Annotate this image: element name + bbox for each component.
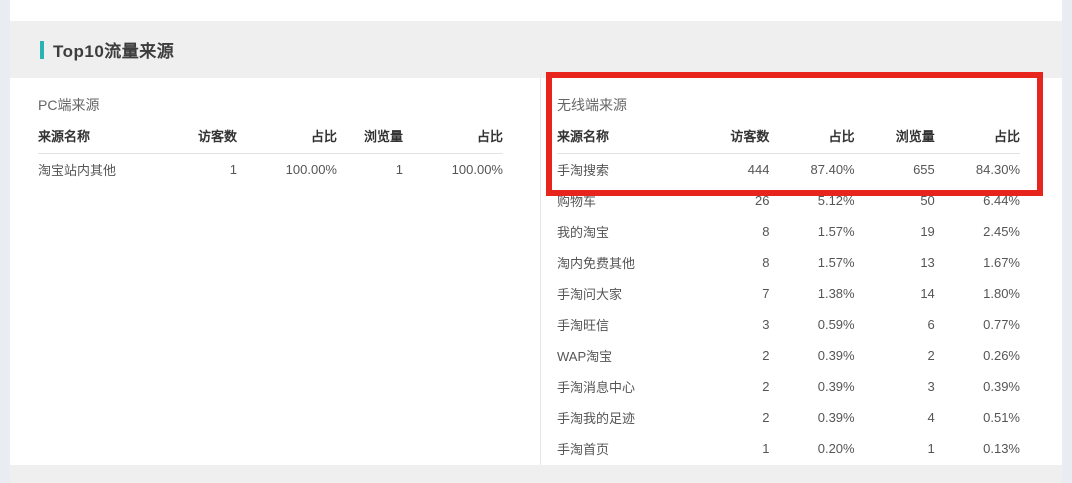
table-row: 手淘消息中心20.39%30.39% xyxy=(557,371,1020,402)
metric-value-cell: 100.00% xyxy=(403,154,503,186)
pc-sources-section: PC端来源 来源名称访客数占比浏览量占比 淘宝站内其他1100.00%1100.… xyxy=(10,78,541,465)
metric-value-cell: 84.30% xyxy=(935,154,1020,186)
metric-value-cell: 4 xyxy=(855,402,935,433)
table-row: 购物车265.12%506.44% xyxy=(557,185,1020,216)
source-name-cell: 购物车 xyxy=(557,185,677,216)
column-header-source-name: 来源名称 xyxy=(38,115,158,154)
source-name-cell: 淘宝站内其他 xyxy=(38,154,158,186)
metric-value-cell: 0.20% xyxy=(769,433,854,464)
column-header-metric: 浏览量 xyxy=(337,115,403,154)
metric-value-cell: 0.77% xyxy=(935,309,1020,340)
source-name-cell: 我的淘宝 xyxy=(557,216,677,247)
pc-sources-table: 来源名称访客数占比浏览量占比 淘宝站内其他1100.00%1100.00% xyxy=(38,115,503,185)
metric-value-cell: 0.13% xyxy=(935,433,1020,464)
table-row: 我的淘宝81.57%192.45% xyxy=(557,216,1020,247)
source-name-cell: 手淘消息中心 xyxy=(557,371,677,402)
teal-accent-bar-icon xyxy=(40,41,44,59)
wireless-table-body: 手淘搜索44487.40%65584.30%购物车265.12%506.44%我… xyxy=(557,154,1020,465)
metric-value-cell: 0.51% xyxy=(935,402,1020,433)
metric-value-cell: 1.57% xyxy=(769,247,854,278)
column-header-metric: 访客数 xyxy=(158,115,237,154)
wireless-table-header-row: 来源名称访客数占比浏览量占比 xyxy=(557,115,1020,154)
metric-value-cell: 0.26% xyxy=(935,340,1020,371)
metric-value-cell: 2 xyxy=(677,340,769,371)
table-row: 手淘我的足迹20.39%40.51% xyxy=(557,402,1020,433)
pc-sources-label: PC端来源 xyxy=(38,95,502,115)
source-name-cell: 手淘问大家 xyxy=(557,278,677,309)
source-name-cell: 淘内免费其他 xyxy=(557,247,677,278)
metric-value-cell: 1 xyxy=(677,433,769,464)
source-name-cell: 手淘我的足迹 xyxy=(557,402,677,433)
top-white-strip xyxy=(10,0,1062,21)
source-name-cell: 手淘旺信 xyxy=(557,309,677,340)
bottom-gray-band xyxy=(10,465,1062,483)
wireless-sources-label: 无线端来源 xyxy=(557,95,1020,115)
column-header-metric: 占比 xyxy=(403,115,503,154)
wireless-sources-table: 来源名称访客数占比浏览量占比 手淘搜索44487.40%65584.30%购物车… xyxy=(557,115,1020,464)
metric-value-cell: 8 xyxy=(677,247,769,278)
metric-value-cell: 19 xyxy=(855,216,935,247)
metric-value-cell: 1.38% xyxy=(769,278,854,309)
metric-value-cell: 87.40% xyxy=(769,154,854,186)
metric-value-cell: 1 xyxy=(158,154,237,186)
metric-value-cell: 6 xyxy=(855,309,935,340)
metric-value-cell: 2.45% xyxy=(935,216,1020,247)
column-header-metric: 占比 xyxy=(237,115,337,154)
metric-value-cell: 7 xyxy=(677,278,769,309)
metric-value-cell: 1 xyxy=(337,154,403,186)
pc-table-body: 淘宝站内其他1100.00%1100.00% xyxy=(38,154,503,186)
metric-value-cell: 3 xyxy=(677,309,769,340)
table-row: 手淘搜索44487.40%65584.30% xyxy=(557,154,1020,186)
source-name-cell: WAP淘宝 xyxy=(557,340,677,371)
metric-value-cell: 14 xyxy=(855,278,935,309)
column-header-metric: 占比 xyxy=(769,115,854,154)
table-row: 手淘问大家71.38%141.80% xyxy=(557,278,1020,309)
metric-value-cell: 26 xyxy=(677,185,769,216)
metric-value-cell: 1.57% xyxy=(769,216,854,247)
metric-value-cell: 2 xyxy=(855,340,935,371)
metric-value-cell: 0.39% xyxy=(769,371,854,402)
metric-value-cell: 444 xyxy=(677,154,769,186)
page-title: Top10流量来源 xyxy=(53,37,174,62)
metric-value-cell: 13 xyxy=(855,247,935,278)
table-row: 手淘首页10.20%10.13% xyxy=(557,433,1020,464)
wireless-sources-section: 无线端来源 来源名称访客数占比浏览量占比 手淘搜索44487.40%65584.… xyxy=(541,78,1062,465)
metric-value-cell: 3 xyxy=(855,371,935,402)
metric-value-cell: 6.44% xyxy=(935,185,1020,216)
pc-table-header-row: 来源名称访客数占比浏览量占比 xyxy=(38,115,503,154)
metric-value-cell: 8 xyxy=(677,216,769,247)
table-row: WAP淘宝20.39%20.26% xyxy=(557,340,1020,371)
column-header-metric: 占比 xyxy=(935,115,1020,154)
section-title-band: Top10流量来源 xyxy=(10,21,1062,78)
section-title: Top10流量来源 xyxy=(40,37,174,62)
metric-value-cell: 5.12% xyxy=(769,185,854,216)
metric-value-cell: 50 xyxy=(855,185,935,216)
metric-value-cell: 2 xyxy=(677,371,769,402)
metric-value-cell: 100.00% xyxy=(237,154,337,186)
table-row: 淘宝站内其他1100.00%1100.00% xyxy=(38,154,503,186)
metric-value-cell: 0.39% xyxy=(769,340,854,371)
metric-value-cell: 1 xyxy=(855,433,935,464)
column-header-source-name: 来源名称 xyxy=(557,115,677,154)
metric-value-cell: 0.39% xyxy=(769,402,854,433)
metric-value-cell: 1.67% xyxy=(935,247,1020,278)
table-row: 淘内免费其他81.57%131.67% xyxy=(557,247,1020,278)
metric-value-cell: 2 xyxy=(677,402,769,433)
metric-value-cell: 1.80% xyxy=(935,278,1020,309)
column-header-metric: 浏览量 xyxy=(855,115,935,154)
table-row: 手淘旺信30.59%60.77% xyxy=(557,309,1020,340)
metric-value-cell: 0.39% xyxy=(935,371,1020,402)
traffic-sources-panel: PC端来源 来源名称访客数占比浏览量占比 淘宝站内其他1100.00%1100.… xyxy=(10,78,1062,465)
metric-value-cell: 655 xyxy=(855,154,935,186)
column-header-metric: 访客数 xyxy=(677,115,769,154)
source-name-cell: 手淘搜索 xyxy=(557,154,677,186)
source-name-cell: 手淘首页 xyxy=(557,433,677,464)
metric-value-cell: 0.59% xyxy=(769,309,854,340)
